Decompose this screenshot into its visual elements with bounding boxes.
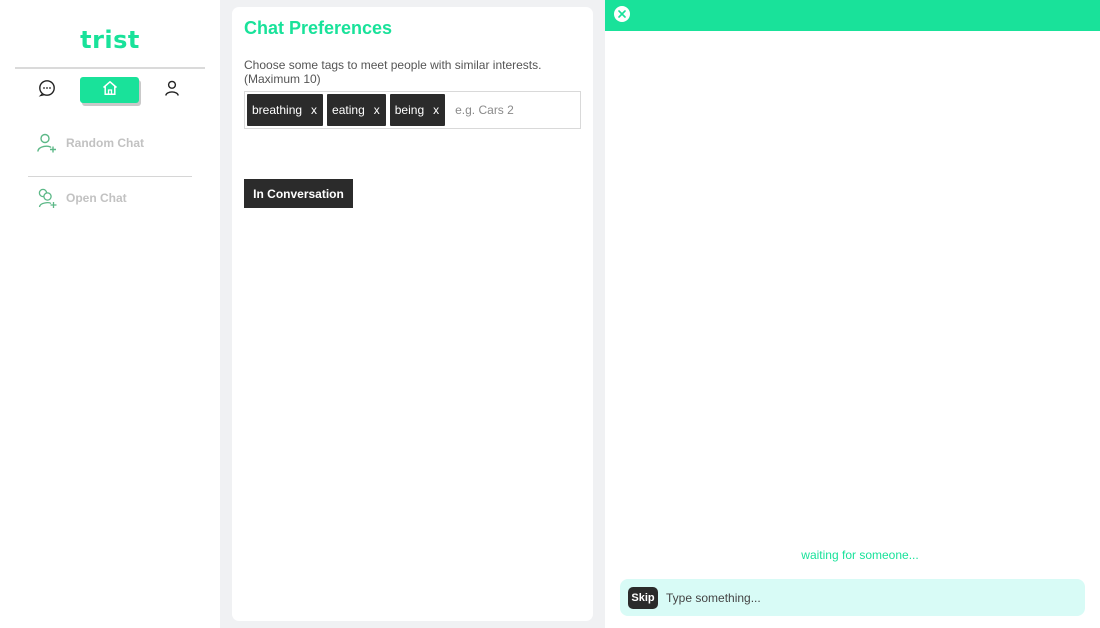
tag-input[interactable] — [455, 103, 576, 117]
sidebar: trist Random Chat Open Chat — [0, 0, 220, 628]
skip-button[interactable]: Skip — [628, 586, 658, 609]
message-composer: Skip — [620, 579, 1085, 616]
sidebar-item-open-chat[interactable]: Open Chat — [36, 187, 127, 209]
user-icon — [163, 79, 181, 102]
remove-tag-button[interactable]: x — [311, 103, 317, 117]
remove-tag-button[interactable]: x — [374, 103, 380, 117]
home-icon — [101, 79, 119, 102]
nav-chat-button[interactable] — [34, 77, 60, 103]
logo-divider — [15, 67, 205, 69]
in-conversation-button[interactable]: In Conversation — [244, 179, 353, 208]
chat-status-text: waiting for someone... — [801, 548, 919, 562]
app-logo[interactable]: trist — [0, 26, 220, 54]
close-chat-button[interactable] — [614, 6, 630, 22]
close-icon — [618, 5, 626, 23]
chat-bubble-icon — [38, 79, 56, 102]
sidebar-item-random-chat[interactable]: Random Chat — [36, 132, 144, 154]
sidebar-item-label: Random Chat — [66, 136, 144, 150]
nav-home-button[interactable] — [80, 77, 139, 103]
chat-preferences-card: Chat Preferences Choose some tags to mee… — [232, 7, 593, 621]
chat-panel: waiting for someone... Skip — [605, 0, 1100, 628]
preferences-description: Choose some tags to meet people with sim… — [244, 58, 542, 86]
tag-input-box[interactable]: breathing x eating x being x — [244, 91, 581, 129]
add-user-icon — [36, 132, 58, 154]
tag-chip: breathing x — [247, 94, 324, 126]
tag-chip: being x — [389, 94, 446, 126]
remove-tag-button[interactable]: x — [433, 103, 439, 117]
message-input[interactable] — [666, 590, 1066, 605]
tag-label: eating — [332, 103, 365, 117]
tag-chip: eating x — [327, 94, 386, 126]
sidebar-item-label: Open Chat — [66, 191, 127, 205]
page-title: Chat Preferences — [244, 18, 393, 38]
group-add-icon — [36, 187, 58, 209]
chat-header — [605, 0, 1100, 31]
tag-label: being — [394, 103, 425, 117]
nav-profile-button[interactable] — [159, 77, 185, 103]
tag-label: breathing — [252, 103, 303, 117]
sidebar-divider — [28, 176, 192, 177]
